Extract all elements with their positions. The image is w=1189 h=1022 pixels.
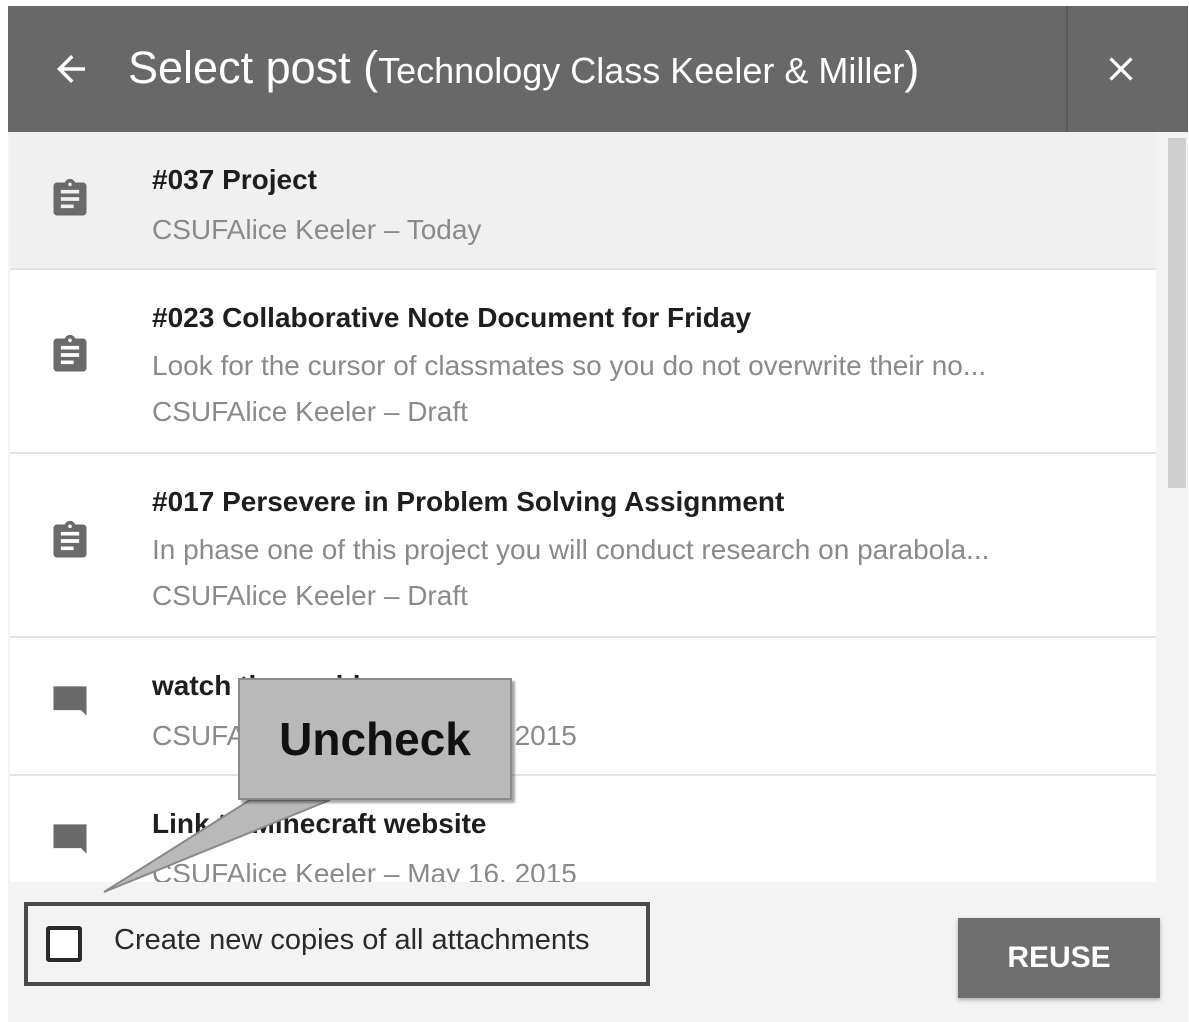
- comment-icon: [53, 824, 87, 854]
- post-description: Look for the cursor of classmates so you…: [152, 350, 987, 381]
- post-description: In phase one of this project you will co…: [152, 534, 990, 565]
- title-text: Select post (: [128, 42, 379, 93]
- list-item[interactable]: #017 Persevere in Problem Solving Assign…: [10, 454, 1156, 638]
- select-post-dialog: Select post (Technology Class Keeler & M…: [8, 6, 1188, 1022]
- post-title: #017 Persevere in Problem Solving Assign…: [152, 486, 785, 517]
- post-meta: CSUFAlice Keeler – Draft: [152, 580, 468, 611]
- back-button[interactable]: [32, 30, 110, 108]
- arrow-left-icon: [57, 55, 85, 83]
- list-item[interactable]: watch these videos CSUFAlice Keeler – Ma…: [10, 638, 1156, 776]
- close-button[interactable]: [1082, 30, 1160, 108]
- post-meta: CSUFAlice Keeler – May 16, 2015: [152, 858, 577, 882]
- dialog-title: Select post (Technology Class Keeler & M…: [128, 40, 919, 99]
- title-close-paren: ): [904, 42, 920, 93]
- close-icon: [1109, 57, 1133, 81]
- post-meta: CSUFAlice Keeler – Today: [152, 214, 482, 245]
- create-copies-checkbox-row[interactable]: Create new copies of all attachments: [24, 902, 650, 986]
- reuse-button[interactable]: REUSE: [958, 918, 1160, 998]
- header-divider: [1066, 6, 1068, 132]
- course-name: Technology Class Keeler & Miller: [378, 50, 905, 91]
- create-copies-checkbox[interactable]: [46, 926, 82, 962]
- assignment-icon: [53, 520, 87, 558]
- uncheck-callout: Uncheck: [238, 678, 512, 800]
- dialog-footer: Create new copies of all attachments REU…: [8, 882, 1188, 1022]
- list-item[interactable]: #023 Collaborative Note Document for Fri…: [10, 270, 1156, 454]
- checkbox-label: Create new copies of all attachments: [114, 924, 590, 956]
- list-item[interactable]: #037 Project CSUFAlice Keeler – Today: [10, 132, 1156, 270]
- post-meta: CSUFAlice Keeler – Draft: [152, 396, 468, 427]
- post-title: #023 Collaborative Note Document for Fri…: [152, 302, 752, 333]
- assignment-icon: [53, 334, 87, 372]
- post-title: Link to Minecraft website: [152, 808, 487, 839]
- post-list: #037 Project CSUFAlice Keeler – Today #0…: [10, 132, 1156, 882]
- dialog-header: Select post (Technology Class Keeler & M…: [8, 6, 1188, 132]
- post-title: #037 Project: [152, 164, 317, 195]
- assignment-icon: [53, 178, 87, 216]
- list-item[interactable]: Link to Minecraft website CSUFAlice Keel…: [10, 776, 1156, 882]
- list-scrollbar[interactable]: [1168, 138, 1186, 488]
- callout-text: Uncheck: [279, 713, 471, 765]
- comment-icon: [53, 686, 87, 716]
